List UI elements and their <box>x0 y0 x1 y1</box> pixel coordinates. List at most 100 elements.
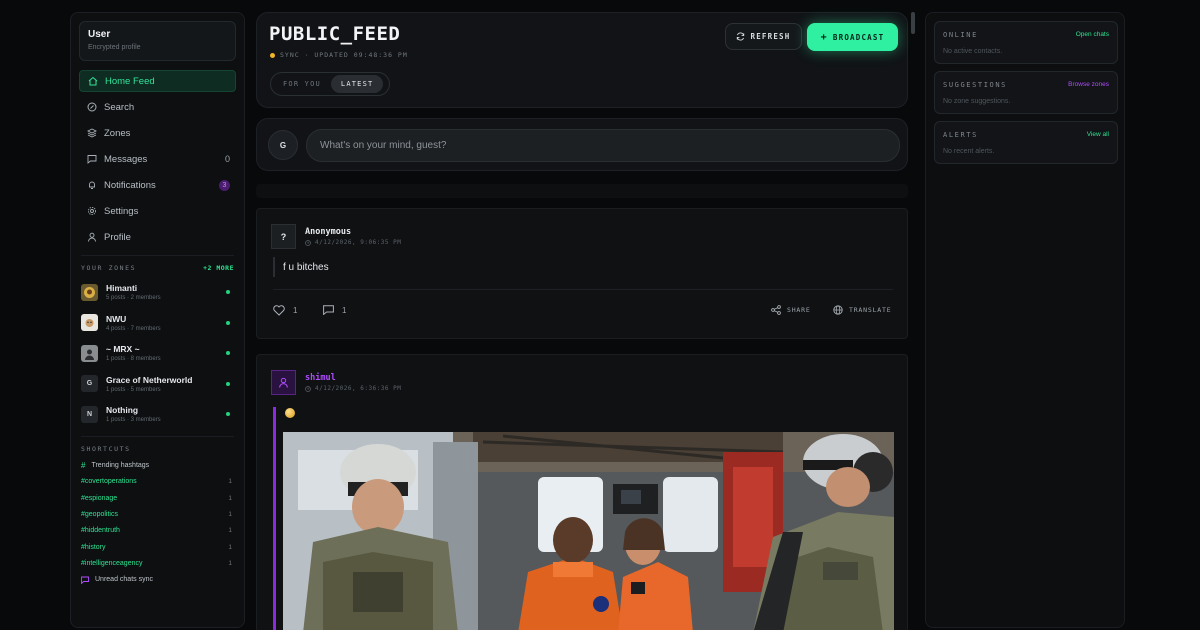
post-author[interactable]: shimul <box>305 373 336 383</box>
online-dot <box>226 351 230 356</box>
hashtag-count: 1 <box>228 559 232 567</box>
nav-item-home-feed[interactable]: Home Feed <box>79 70 236 92</box>
nav-label: Settings <box>104 205 139 217</box>
nav-label: Search <box>104 101 135 113</box>
sync-dot <box>270 52 275 58</box>
refresh-icon <box>736 32 745 41</box>
zone-meta: 4 posts · 7 members <box>106 325 161 332</box>
zone-name: Nothing <box>106 405 139 416</box>
heart-icon <box>273 305 285 316</box>
shortcut-trending[interactable]: # Trending hashtags <box>81 458 234 474</box>
zone-item[interactable]: Himanti 5 posts · 2 members <box>81 277 234 308</box>
post-avatar[interactable] <box>271 370 296 395</box>
feed-divider <box>256 184 908 198</box>
shortcuts-heading: SHORTCUTS <box>81 444 131 453</box>
share-label: SHARE <box>787 306 811 314</box>
hash-icon: # <box>81 461 86 471</box>
translate-button[interactable]: TRANSLATE <box>833 305 891 315</box>
share-button[interactable]: SHARE <box>771 305 811 315</box>
online-dot <box>226 412 230 417</box>
feed-scrollbar[interactable] <box>911 12 915 34</box>
nav-label: Profile <box>104 231 131 243</box>
shortcuts-section-header: SHORTCUTS <box>81 435 234 453</box>
zone-meta: 1 posts · 3 members <box>106 417 161 424</box>
user-name: User <box>88 29 111 40</box>
zones-more-link[interactable]: +2 MORE <box>203 264 234 272</box>
hashtag-item[interactable]: #geopolitics 1 <box>81 506 234 522</box>
shortcut-label: Trending hashtags <box>91 462 150 470</box>
zone-item[interactable]: N Nothing 1 posts · 3 members <box>81 399 234 430</box>
notifications-badge: 3 <box>219 179 230 191</box>
zone-item[interactable]: NWU 4 posts · 7 members <box>81 308 234 339</box>
hashtag-item[interactable]: #history 1 <box>81 539 234 555</box>
post-time-text: 4/12/2026, 6:36:36 PM <box>315 385 402 392</box>
nav-item-messages[interactable]: Messages 0 <box>79 148 236 170</box>
zone-avatar <box>81 344 98 362</box>
left-sidebar: User Encrypted profile Home Feed Search … <box>70 12 245 628</box>
broadcast-button[interactable]: + BROADCAST <box>807 23 898 51</box>
nav-item-search[interactable]: Search <box>79 96 236 118</box>
sync-text: SYNC · UPDATED 09:48:36 PM <box>280 51 408 59</box>
online-widget: ONLINE Open chats No active contacts. <box>934 21 1118 64</box>
clock-icon <box>305 385 311 392</box>
gear-icon <box>85 204 99 218</box>
view-all-alerts-link[interactable]: View all <box>1087 131 1109 138</box>
comment-count: 1 <box>342 305 347 315</box>
sync-status: SYNC · UPDATED 09:48:36 PM <box>270 51 408 59</box>
hashtag-item[interactable]: #espionage 1 <box>81 490 234 506</box>
shortcut-label: Unread chats sync <box>95 576 153 584</box>
zone-meta: 5 posts · 2 members <box>106 295 161 302</box>
zones-heading: YOUR ZONES <box>81 264 137 272</box>
zone-item[interactable]: G Grace of Netherworld 1 posts · 5 membe… <box>81 369 234 400</box>
comment-button[interactable]: 1 <box>323 305 346 315</box>
refresh-label: REFRESH <box>750 32 791 41</box>
tab-latest[interactable]: LATEST <box>330 75 384 93</box>
broadcast-label: BROADCAST <box>832 32 885 42</box>
nav-label: Home Feed <box>105 75 155 87</box>
hashtag-count: 1 <box>228 511 232 519</box>
zone-avatar: N <box>81 405 98 423</box>
hashtag-count: 1 <box>228 543 232 551</box>
share-icon <box>771 305 781 315</box>
hashtag-item[interactable]: #intelligenceagency 1 <box>81 555 234 571</box>
alerts-empty-text: No recent alerts. <box>943 148 995 155</box>
online-dot <box>226 320 230 325</box>
zone-meta: 1 posts · 8 members <box>106 356 161 363</box>
open-chats-link[interactable]: Open chats <box>1076 31 1109 38</box>
composer-input[interactable]: What's on your mind, guest? <box>306 129 900 162</box>
post-author[interactable]: Anonymous <box>305 227 351 237</box>
user-icon <box>278 377 289 388</box>
nav-label: Notifications <box>104 179 156 191</box>
tab-for-you[interactable]: FOR YOU <box>273 75 331 93</box>
hashtag-count: 1 <box>228 478 232 486</box>
right-sidebar: ONLINE Open chats No active contacts. SU… <box>925 12 1125 628</box>
hashtag-count: 1 <box>228 527 232 535</box>
suggestions-widget: SUGGESTIONS Browse zones No zone suggest… <box>934 71 1118 114</box>
hashtag-item[interactable]: #covertoperations 1 <box>81 474 234 490</box>
online-dot <box>226 381 230 386</box>
post-image[interactable] <box>283 432 894 630</box>
post-avatar[interactable]: ? <box>271 224 296 249</box>
nav-item-zones[interactable]: Zones <box>79 122 236 144</box>
nav-item-settings[interactable]: Settings <box>79 200 236 222</box>
shortcut-unread-chats[interactable]: Unread chats sync <box>81 572 234 588</box>
helicopter-crew-photo <box>283 432 894 630</box>
nav-label: Messages <box>104 153 148 165</box>
nav-item-notifications[interactable]: Notifications 3 <box>79 174 236 196</box>
user-card[interactable]: User Encrypted profile <box>79 21 236 61</box>
feed-header: PUBLIC_FEED SYNC · UPDATED 09:48:36 PM F… <box>256 12 908 108</box>
refresh-button[interactable]: REFRESH <box>725 23 802 50</box>
hashtag-label: #covertoperations <box>81 478 137 486</box>
alerts-title: ALERTS <box>943 131 978 139</box>
browse-zones-link[interactable]: Browse zones <box>1068 81 1109 88</box>
like-button[interactable]: 1 <box>273 305 297 316</box>
hashtag-label: #history <box>81 543 106 551</box>
message-icon <box>85 152 99 166</box>
nav-item-profile[interactable]: Profile <box>79 226 236 248</box>
zone-name: Himanti <box>106 283 138 294</box>
post-timestamp: 4/12/2026, 9:06:35 PM <box>305 239 401 246</box>
hashtag-item[interactable]: #hiddentruth 1 <box>81 523 234 539</box>
suggestions-title: SUGGESTIONS <box>943 81 1007 89</box>
zone-item[interactable]: ~ MRX ~ 1 posts · 8 members <box>81 338 234 369</box>
zone-name: ~ MRX ~ <box>106 344 140 355</box>
